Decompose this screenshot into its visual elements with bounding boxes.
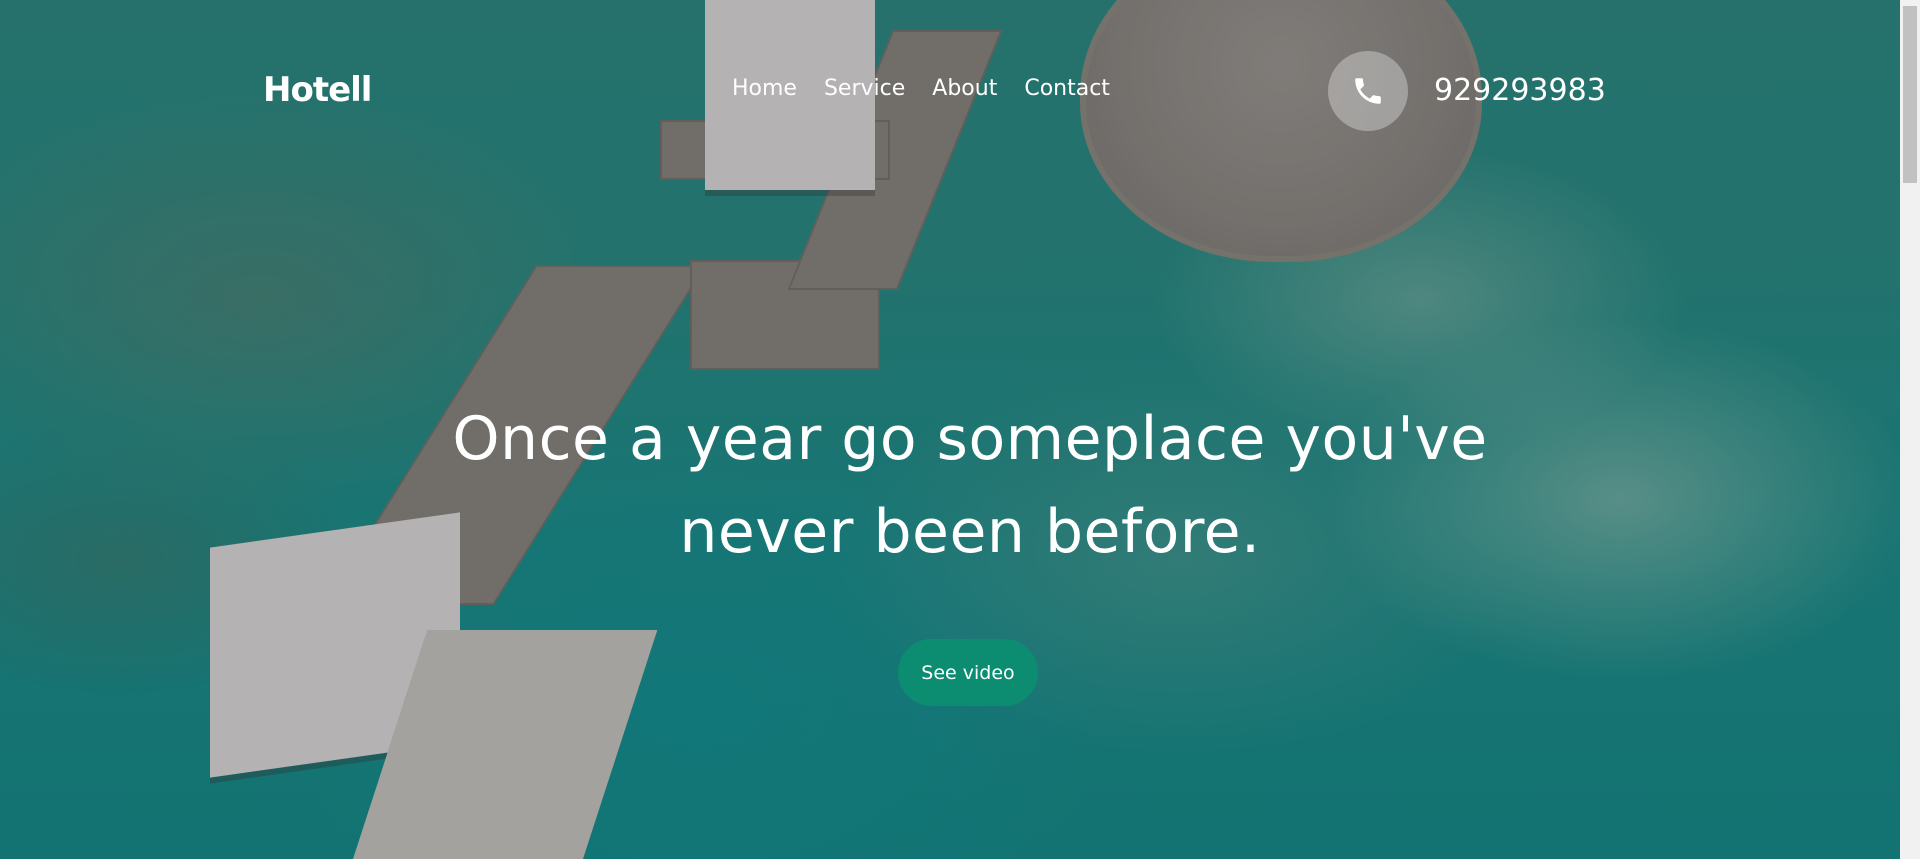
page-scrollbar[interactable] [1900,0,1920,859]
scrollbar-thumb[interactable] [1903,6,1917,183]
site-logo[interactable]: Hotell [263,70,372,110]
nav-item-home[interactable]: Home [732,76,797,101]
phone-button[interactable] [1328,51,1408,131]
nav-item-service[interactable]: Service [824,76,905,101]
site-header: Hotell Home Service About Contact 929293… [0,0,1900,180]
hero-headline-line1: Once a year go someplace you've [452,404,1488,474]
main-nav: Home Service About Contact [732,76,1137,101]
hero-headline-line2: never been before. [679,497,1261,567]
nav-item-about[interactable]: About [932,76,997,101]
see-video-button[interactable]: See video [898,639,1038,706]
phone-icon [1355,78,1381,104]
phone-number[interactable]: 929293983 [1434,73,1606,108]
hero-headline: Once a year go someplace you've never be… [360,393,1580,579]
page: Hotell Home Service About Contact 929293… [0,0,1920,859]
nav-item-contact[interactable]: Contact [1024,76,1110,101]
